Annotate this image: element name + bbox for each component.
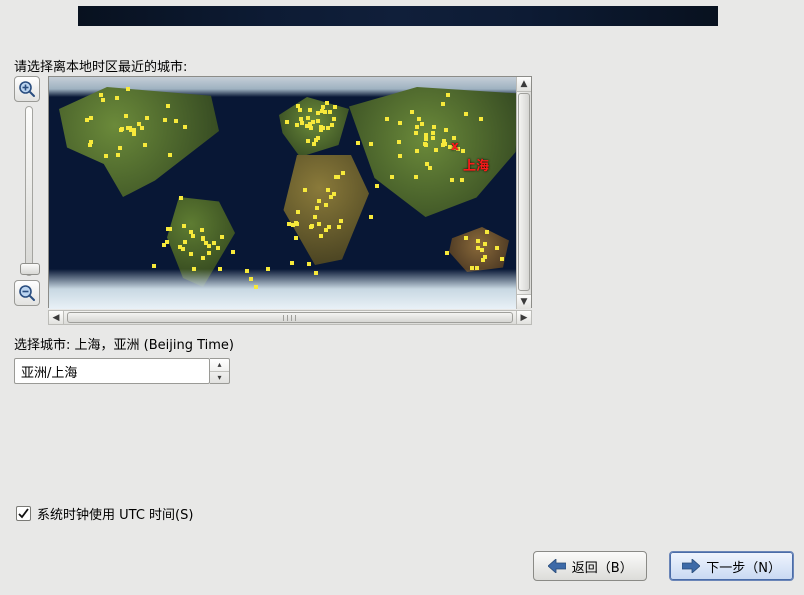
next-button-label: 下一步（N）: [706, 557, 781, 576]
world-background: x 上海: [49, 77, 516, 309]
v-scroll-thumb[interactable]: [518, 93, 530, 291]
zoom-out-button[interactable]: [14, 280, 40, 306]
back-button[interactable]: 返回（B）: [533, 551, 647, 581]
checkmark-icon: [18, 508, 29, 519]
zoom-in-button[interactable]: [14, 76, 40, 102]
map-vertical-scrollbar[interactable]: ▲ ▼: [516, 77, 531, 309]
navigation-buttons: 返回（B） 下一步（N）: [533, 551, 794, 581]
map-area: x 上海 ▲ ▼ ◀ ▶: [14, 76, 532, 326]
scroll-right-button[interactable]: ▶: [516, 311, 531, 324]
chevron-up-icon[interactable]: ▴: [210, 359, 229, 372]
map-viewport[interactable]: x 上海: [49, 77, 517, 309]
timezone-select-value: 亚洲/上海: [21, 362, 77, 381]
timezone-select[interactable]: 亚洲/上海: [14, 358, 210, 384]
utc-checkbox[interactable]: [16, 506, 31, 521]
arrow-right-icon: [682, 559, 700, 573]
header-banner: [78, 6, 718, 26]
chevron-down-icon[interactable]: ▾: [210, 372, 229, 384]
zoom-controls: [14, 76, 44, 308]
selected-city-text: 选择城市: 上海，亚洲 (Beijing Time): [14, 334, 234, 353]
prompt-label: 请选择离本地时区最近的城市:: [14, 56, 187, 75]
world-map[interactable]: x 上海 ▲ ▼: [48, 76, 532, 308]
zoom-in-icon: [18, 80, 36, 98]
back-button-label: 返回（B）: [572, 557, 633, 576]
timezone-select-row: 亚洲/上海 ▴ ▾: [14, 358, 230, 384]
map-horizontal-scrollbar[interactable]: ◀ ▶: [48, 310, 532, 325]
scroll-down-button[interactable]: ▼: [517, 294, 531, 309]
zoom-out-icon: [18, 284, 36, 302]
timezone-selection-page: { "prompt_label": "请选择离本地时区最近的城市:", "map…: [0, 0, 804, 595]
arrow-left-icon: [548, 559, 566, 573]
selected-city-label: 上海: [463, 155, 489, 174]
utc-checkbox-label: 系统时钟使用 UTC 时间(S): [37, 504, 193, 523]
utc-checkbox-row: 系统时钟使用 UTC 时间(S): [16, 504, 193, 523]
h-scroll-thumb[interactable]: [67, 312, 513, 323]
scroll-left-button[interactable]: ◀: [49, 311, 64, 324]
next-button[interactable]: 下一步（N）: [669, 551, 794, 581]
zoom-slider-thumb[interactable]: [20, 263, 40, 275]
selected-city-marker: x: [451, 139, 459, 153]
zoom-slider[interactable]: [25, 106, 33, 276]
timezone-spin-buttons[interactable]: ▴ ▾: [210, 358, 230, 384]
scroll-up-button[interactable]: ▲: [517, 77, 531, 92]
